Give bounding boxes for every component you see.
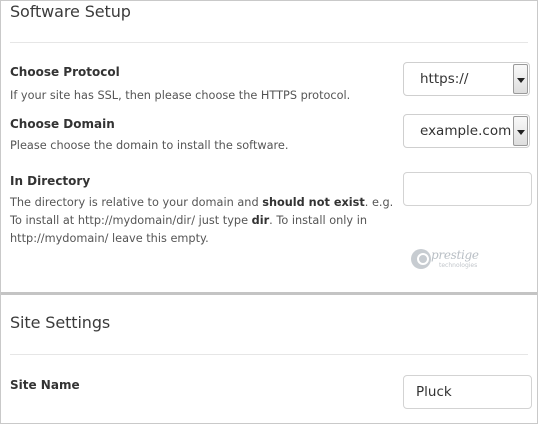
in-directory-label: In Directory bbox=[10, 174, 91, 188]
in-directory-input[interactable] bbox=[403, 172, 532, 206]
software-setup-title: Software Setup bbox=[10, 2, 131, 21]
prestige-logo-icon bbox=[411, 249, 431, 269]
protocol-select[interactable]: https:// bbox=[403, 62, 530, 96]
domain-select[interactable]: example.com bbox=[403, 114, 530, 148]
choose-protocol-label: Choose Protocol bbox=[10, 65, 120, 79]
choose-domain-help: Please choose the domain to install the … bbox=[10, 139, 289, 152]
site-name-label: Site Name bbox=[10, 378, 80, 392]
chevron-down-icon[interactable] bbox=[513, 64, 528, 94]
section-separator bbox=[1, 292, 537, 295]
domain-select-value: example.com bbox=[420, 123, 512, 139]
site-name-input[interactable] bbox=[403, 375, 532, 409]
in-directory-help: The directory is relative to your domain… bbox=[10, 196, 394, 245]
prestige-watermark-logo: prestige technologies bbox=[411, 248, 483, 272]
section-divider bbox=[10, 42, 528, 43]
section-divider bbox=[10, 354, 528, 355]
chevron-down-icon[interactable] bbox=[513, 116, 528, 146]
protocol-select-value: https:// bbox=[420, 71, 469, 87]
site-settings-title: Site Settings bbox=[10, 313, 111, 332]
choose-protocol-help: If your site has SSL, then please choose… bbox=[10, 89, 351, 102]
choose-domain-label: Choose Domain bbox=[10, 117, 115, 131]
